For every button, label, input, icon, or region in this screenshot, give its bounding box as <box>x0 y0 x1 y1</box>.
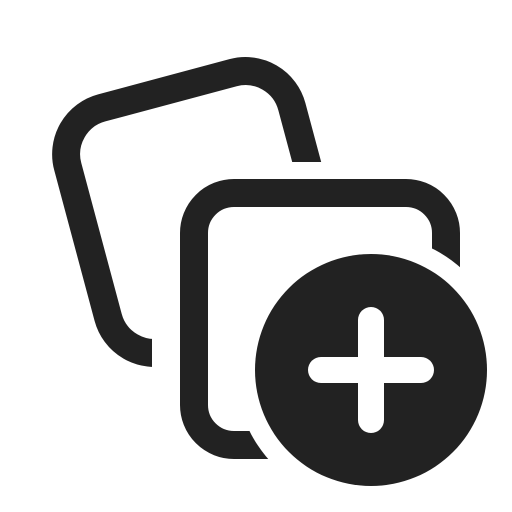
icon-canvas <box>0 0 512 512</box>
collections-add-icon <box>52 57 487 486</box>
